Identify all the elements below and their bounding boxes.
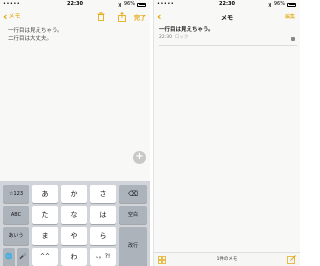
bottom-toolbar: 1件のメモ [154, 252, 300, 266]
list-nav-bar: ‹ メモ 編集 [154, 9, 300, 25]
key-ha[interactable]: は [90, 206, 116, 224]
notes-list-screen: ••••• 22:30 96% ‹ メモ 編集 一行目は見えちゃう。 22:30… [153, 0, 300, 266]
page-title: メモ [220, 15, 233, 22]
plus-icon[interactable]: + [133, 151, 146, 164]
microphone-icon[interactable]: 🎤 [17, 248, 29, 266]
bluetooth-icon [268, 1, 272, 8]
note-editor-screen: ••••• 22:30 96% ‹ メモ 完了 一行目は見えちゃう。 二行目は大… [0, 0, 150, 266]
key-return[interactable]: 改行 [119, 227, 147, 266]
note-body[interactable]: 一行目は見えちゃう。 二行目は大丈夫。 [8, 27, 146, 43]
status-bar: ••••• 22:30 96% [154, 0, 300, 9]
battery-icon [137, 2, 146, 7]
backspace-icon[interactable]: ⌫ [119, 185, 147, 203]
key-punctuation[interactable]: 、。?! [90, 248, 116, 266]
back-button-label: メモ [8, 13, 21, 20]
key-na[interactable]: な [61, 206, 87, 224]
key-sa[interactable]: さ [90, 185, 116, 203]
notes-count: 1件のメモ [216, 257, 238, 262]
list-item[interactable]: 一行目は見えちゃう。 22:30 ロック [159, 26, 297, 46]
battery-fill [138, 4, 146, 5]
key-ya[interactable]: や [61, 227, 87, 245]
key-emoticon[interactable]: ^^ [32, 248, 58, 266]
editor-nav-bar: ‹ メモ 完了 [0, 9, 150, 25]
globe-icon[interactable]: 🌐 [3, 248, 15, 266]
edit-button[interactable]: 編集 [285, 13, 295, 20]
key-abc[interactable]: ABC [3, 206, 29, 224]
key-ta[interactable]: た [32, 206, 58, 224]
key-hiragana[interactable]: あいう [3, 227, 29, 245]
share-icon[interactable] [118, 12, 126, 22]
done-button[interactable]: 完了 [134, 13, 146, 22]
chevron-left-icon: ‹ [3, 10, 8, 23]
key-a[interactable]: あ [32, 185, 58, 203]
note-meta: 22:30 ロック [159, 34, 297, 41]
note-line-1: 一行目は見えちゃう。 [8, 28, 63, 34]
key-numbers[interactable]: ☆123 [3, 185, 29, 203]
battery-percent: 96% [273, 1, 285, 7]
key-space[interactable]: 空白 [119, 206, 147, 224]
back-button[interactable]: ‹ メモ [3, 11, 21, 22]
battery-percent: 96% [123, 1, 135, 7]
note-lock-status: ロック [174, 35, 189, 40]
compose-icon[interactable] [287, 255, 296, 264]
lock-icon [291, 37, 295, 41]
battery-fill [288, 4, 296, 5]
japanese-keyboard: ☆123 あ か さ ⌫ ABC た な は 空白 あいう ま や ら 改行 🌐… [0, 181, 150, 266]
key-wa[interactable]: わ [61, 248, 87, 266]
status-bar: ••••• 22:30 96% [0, 0, 150, 9]
bluetooth-icon [118, 1, 122, 8]
note-time: 22:30 [159, 35, 172, 40]
battery-icon [287, 2, 296, 7]
key-ka[interactable]: か [61, 185, 87, 203]
note-title: 一行目は見えちゃう。 [159, 27, 214, 33]
key-ra[interactable]: ら [90, 227, 116, 245]
note-line-2: 二行目は大丈夫。 [8, 36, 53, 42]
key-ma[interactable]: ま [32, 227, 58, 245]
trash-icon[interactable] [97, 12, 105, 21]
